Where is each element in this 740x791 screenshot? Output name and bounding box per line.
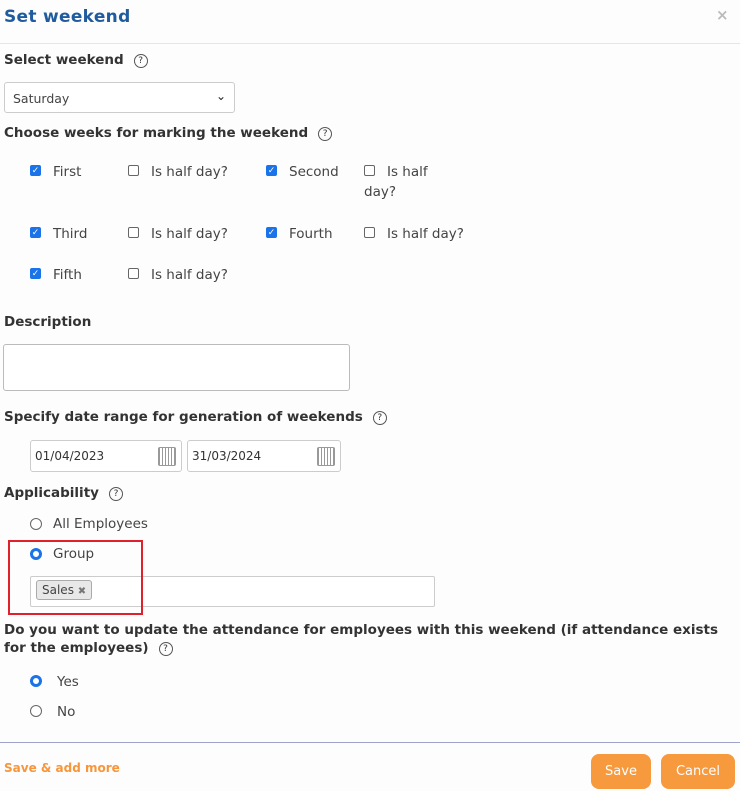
calendar-icon[interactable]: [317, 447, 335, 466]
checkbox-fifth[interactable]: ✓: [30, 268, 41, 279]
date-range-label: Specify date range for generation of wee…: [4, 409, 387, 425]
help-icon[interactable]: ?: [318, 127, 333, 141]
label-text: Select weekend: [4, 52, 124, 68]
checkbox-label: Is half day?: [151, 164, 228, 180]
header-divider: [0, 43, 740, 44]
description-textarea[interactable]: [3, 344, 350, 391]
selected-value: Saturday: [13, 91, 70, 106]
checkbox-second-half-day[interactable]: [364, 165, 375, 176]
applicability-label: Applicability?: [4, 485, 123, 501]
cancel-button[interactable]: Cancel: [661, 754, 735, 789]
label-text: for the employees): [4, 640, 149, 656]
checkbox-label: Is half day?: [387, 226, 464, 242]
checkbox-fourth[interactable]: ✓: [266, 227, 277, 238]
checkbox-third-half-day[interactable]: [128, 227, 139, 238]
checkbox-label: First: [53, 164, 82, 180]
checkbox-label: Is half: [387, 164, 428, 180]
close-icon[interactable]: ×: [716, 6, 729, 24]
checkbox-label: Fifth: [53, 267, 82, 283]
radio-all-employees[interactable]: [30, 518, 42, 530]
footer-divider: [0, 742, 740, 743]
date-from-input[interactable]: 01/04/2023: [30, 440, 182, 472]
help-icon[interactable]: ?: [372, 411, 387, 425]
select-weekend-label: Select weekend?: [4, 52, 148, 68]
checkbox-first[interactable]: ✓: [30, 165, 41, 176]
checkbox-label: day?: [364, 184, 396, 200]
date-to-input[interactable]: 31/03/2024: [187, 440, 341, 472]
checkbox-second[interactable]: ✓: [266, 165, 277, 176]
checkbox-label: Is half day?: [151, 267, 228, 283]
checkbox-fourth-half-day[interactable]: [364, 227, 375, 238]
update-attendance-label: Do you want to update the attendance for…: [4, 622, 719, 638]
label-text: Applicability: [4, 485, 99, 501]
label-text: Choose weeks for marking the weekend: [4, 125, 309, 141]
weekend-select[interactable]: Saturday ⌄: [4, 82, 235, 113]
chevron-down-icon: ⌄: [215, 89, 226, 103]
radio-no[interactable]: [30, 705, 42, 717]
radio-yes[interactable]: [30, 675, 42, 687]
radio-label: No: [57, 704, 76, 720]
checkbox-label: Third: [53, 226, 88, 242]
label-text: Specify date range for generation of wee…: [4, 409, 363, 425]
description-label: Description: [4, 314, 92, 330]
save-button[interactable]: Save: [591, 754, 651, 789]
date-value: 31/03/2024: [192, 449, 262, 463]
calendar-icon[interactable]: [158, 447, 176, 466]
checkbox-label: Is half day?: [151, 226, 228, 242]
checkbox-label: Fourth: [289, 226, 333, 242]
radio-label: All Employees: [53, 516, 148, 532]
checkbox-label: Second: [289, 164, 339, 180]
highlight-box: [8, 540, 143, 615]
help-icon[interactable]: ?: [108, 487, 123, 501]
save-and-add-more-link[interactable]: Save & add more: [4, 761, 120, 775]
checkbox-third[interactable]: ✓: [30, 227, 41, 238]
checkbox-first-half-day[interactable]: [128, 165, 139, 176]
date-value: 01/04/2023: [35, 449, 105, 463]
help-icon[interactable]: ?: [133, 54, 148, 68]
help-icon[interactable]: ?: [158, 642, 173, 656]
radio-label: Yes: [57, 674, 79, 690]
dialog-title: Set weekend: [4, 7, 131, 27]
update-attendance-label-cont: for the employees)?: [4, 640, 173, 656]
weeks-label: Choose weeks for marking the weekend?: [4, 125, 333, 141]
checkbox-fifth-half-day[interactable]: [128, 268, 139, 279]
